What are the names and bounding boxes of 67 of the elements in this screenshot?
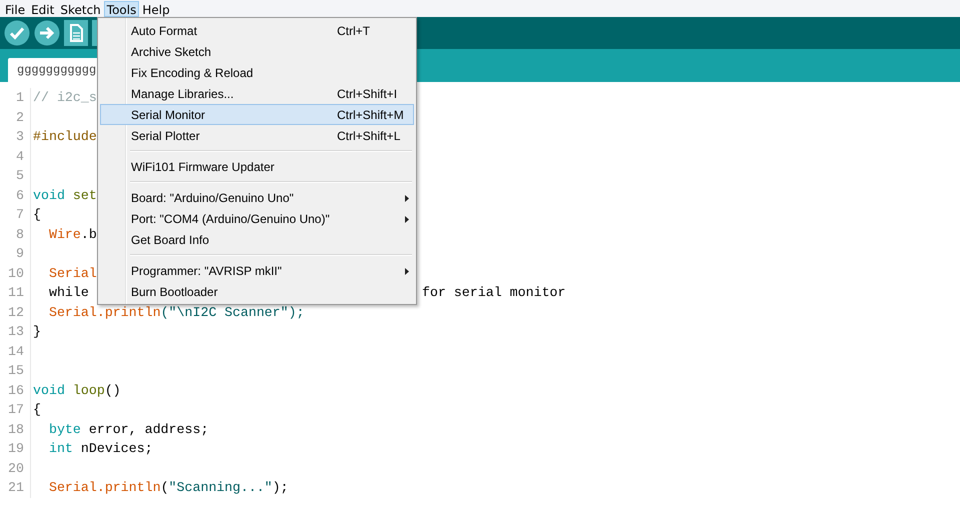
line-number: 10 [0, 264, 31, 283]
line-number: 11 [0, 283, 31, 302]
menu-item-label: WiFi101 Firmware Updater [131, 160, 274, 174]
menu-item-label: Get Board Info [131, 232, 210, 246]
line-number: 8 [0, 224, 31, 244]
menu-item[interactable]: WiFi101 Firmware Updater [100, 156, 414, 177]
menu-item[interactable]: Serial Plotter Ctrl+Shift+L [100, 125, 414, 146]
code-line: #include [33, 128, 97, 146]
line-number: 18 [0, 420, 31, 439]
menu-item-label: Fix Encoding & Reload [131, 66, 254, 80]
menu-item-label: Serial Monitor [131, 108, 206, 122]
line-number: 14 [0, 342, 31, 361]
menu-item[interactable]: Auto Format Ctrl+T [100, 20, 414, 41]
line-number: 5 [0, 166, 31, 186]
code-line: Serial [48, 264, 97, 282]
menu-item-label: Programmer: "AVRISP mkII" [131, 264, 282, 278]
code-line: Serial.println("\nI2C Scanner"); [48, 304, 304, 322]
line-number: 9 [0, 244, 31, 264]
menu-item[interactable]: Manage Libraries... Ctrl+Shift+I [100, 83, 414, 104]
menu-item[interactable]: Serial Monitor Ctrl+Shift+M [100, 104, 414, 125]
line-number: 15 [0, 361, 31, 380]
code-line: byte error, address; [48, 420, 209, 438]
line-number: 21 [0, 478, 31, 498]
code-line: { [33, 401, 41, 419]
line-number: 16 [0, 380, 31, 400]
menu-item[interactable]: Programmer: "AVRISP mkII" [100, 260, 414, 281]
code-line: int nDevices; [48, 440, 153, 458]
line-number: 12 [0, 302, 31, 322]
menu-item-label: Auto Format [131, 24, 198, 38]
code-line: // i2c_s [33, 89, 97, 107]
line-number: 1 [0, 88, 31, 108]
line-number: 7 [0, 205, 31, 224]
code-line: } [33, 323, 41, 341]
line-number: 20 [0, 458, 31, 478]
code-line: void loop() [33, 382, 121, 400]
line-number: 2 [0, 108, 31, 127]
menu-item-label: Burn Bootloader [131, 284, 218, 298]
menu-item[interactable]: Board: "Arduino/Genuino Uno" [100, 187, 414, 208]
line-number: 19 [0, 439, 31, 458]
shortcut-label: Ctrl+Shift+M [337, 108, 404, 122]
shortcut-label: Ctrl+Shift+L [337, 128, 400, 142]
menu-bar-item[interactable]: Sketch [57, 0, 104, 16]
menu-bar-item[interactable]: Help [139, 0, 173, 16]
code-line: void set [33, 186, 97, 204]
menu-item[interactable]: Burn Bootloader [100, 281, 414, 302]
menu-item-label: Manage Libraries... [131, 86, 234, 100]
code-line: Serial.println("Scanning..."); [48, 479, 288, 497]
line-number: 6 [0, 186, 31, 205]
line-number: 17 [0, 400, 31, 420]
code-line: { [33, 206, 41, 224]
line-number: 13 [0, 322, 31, 342]
menu-item[interactable]: Get Board Info [100, 229, 414, 250]
menu-bar-item[interactable]: File [2, 0, 28, 16]
code-line: Wire.b [48, 226, 97, 244]
menu-bar-item[interactable]: Tools [104, 0, 140, 16]
code-line: while [48, 284, 89, 302]
line-number: 3 [0, 127, 31, 146]
shortcut-label: Ctrl+Shift+I [337, 86, 398, 100]
code-line: for serial monitor [422, 284, 566, 302]
menu-item-label: Serial Plotter [131, 128, 200, 142]
menu-item-label: Board: "Arduino/Genuino Uno" [131, 190, 294, 204]
menu-item[interactable]: Port: "COM4 (Arduino/Genuino Uno)" [100, 208, 414, 229]
line-number: 4 [0, 146, 31, 166]
menu-item-label: Archive Sketch [131, 44, 212, 58]
menu-bar-item[interactable]: Edit [28, 0, 58, 16]
menu-item-label: Port: "COM4 (Arduino/Genuino Uno)" [131, 212, 330, 226]
shortcut-label: Ctrl+T [337, 24, 370, 38]
